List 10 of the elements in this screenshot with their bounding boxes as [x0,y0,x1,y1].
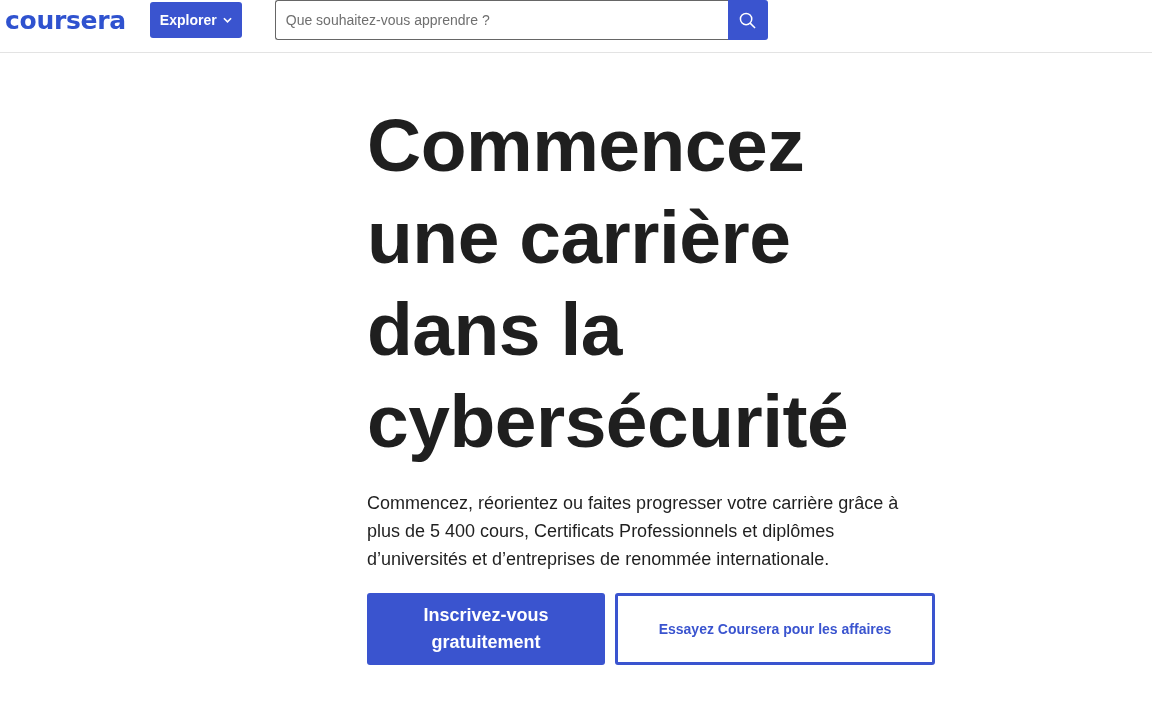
explore-button[interactable]: Explorer [149,2,242,38]
search-button[interactable] [727,0,768,40]
caret-icon [222,17,232,23]
logo[interactable]: coursera [5,5,126,35]
search-icon [739,11,757,29]
hero-title: Commencez une carrière dans la cybersécurité [367,102,850,465]
search-field[interactable]: Que souhaitez-vous apprendre ? [274,0,728,40]
hero-description: Commencez, réorientez ou faites progresser votre carrière grâce à plus de 5 400 cours, Certificats Professionnels et diplômes d’universités et d’entreprises de renommée internationale. [367,492,900,571]
business-button[interactable]: Essayez Coursera pour les affaires [615,593,935,665]
signup-button[interactable]: Inscrivez-vous gratuitement [367,593,605,665]
